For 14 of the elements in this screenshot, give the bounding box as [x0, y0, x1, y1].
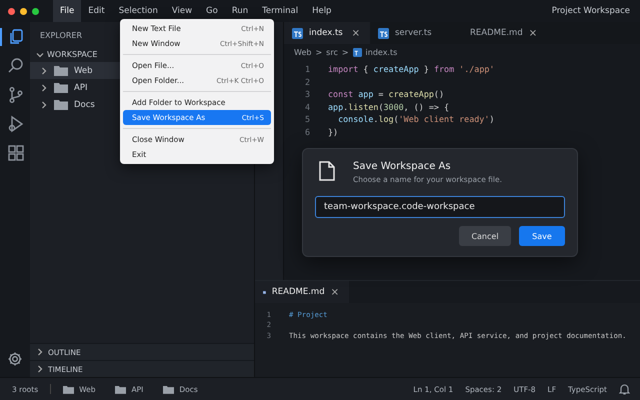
dialog-title: Save Workspace As	[353, 161, 452, 172]
code-line: console.log('Web client ready')	[337, 114, 494, 124]
line-number: 3	[304, 89, 310, 100]
line-number: 4	[304, 102, 310, 112]
code-line: const app = createApp()	[328, 89, 444, 100]
code-line: app.listen(3000, () => {	[328, 102, 450, 112]
sidebar-title: EXPLORER	[39, 30, 83, 42]
line-number: 6	[304, 126, 310, 137]
line-number: 5	[304, 114, 310, 124]
line-number: 2	[304, 76, 310, 87]
code-line: import { createApp } from './app'	[328, 64, 494, 74]
line-number: 1	[304, 64, 310, 74]
code-line: })	[328, 126, 338, 137]
window-title: Project Workspace	[552, 6, 630, 16]
